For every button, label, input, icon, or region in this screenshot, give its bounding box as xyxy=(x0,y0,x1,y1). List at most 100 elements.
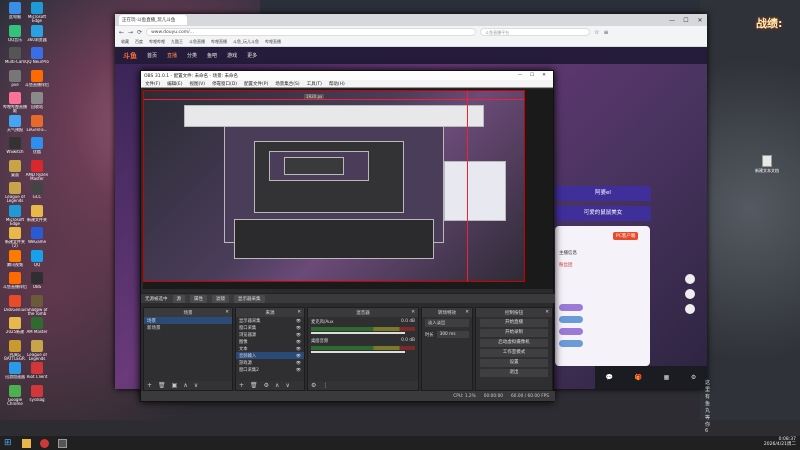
bookmark-item[interactable]: 斗鱼直播 xyxy=(189,39,205,45)
chevron-down-icon[interactable]: ∨ xyxy=(194,382,198,389)
chevron-up-icon[interactable]: ∧ xyxy=(275,382,279,389)
star-icon[interactable]: ☆ xyxy=(594,29,599,36)
volume-slider[interactable] xyxy=(311,351,405,353)
desktop-icon[interactable]: League of Legends xyxy=(24,339,50,362)
chevron-up-icon[interactable]: ∧ xyxy=(183,382,187,389)
control-button[interactable]: 开始直播 xyxy=(480,319,548,327)
refresh-icon[interactable]: ⟳ xyxy=(137,29,142,36)
scene-item[interactable]: 新场景 xyxy=(144,324,232,331)
tool-icon[interactable] xyxy=(685,289,695,299)
windows-start-icon[interactable]: ⊞ xyxy=(4,438,13,448)
url-input[interactable]: www.douyu.com/... xyxy=(146,28,477,36)
visibility-icon[interactable]: 👁 xyxy=(296,332,301,337)
obs-menu-item[interactable]: 场景集合(S) xyxy=(275,81,299,87)
desktop-icon[interactable]: sysdiag xyxy=(24,384,50,407)
visibility-icon[interactable]: 👁 xyxy=(296,339,301,344)
duration-input[interactable]: 300 ms xyxy=(436,331,469,338)
tool-button-display-capture[interactable]: 显示器采集 xyxy=(234,294,265,303)
source-item[interactable]: 文本 👁 xyxy=(236,345,304,352)
close-icon[interactable]: ✕ xyxy=(545,310,549,315)
close-icon[interactable]: ✕ xyxy=(411,310,415,315)
bookmark-item[interactable]: 斗鱼_玩儿斗鱼 xyxy=(233,39,259,45)
site-nav-item[interactable]: 直播 xyxy=(167,52,177,59)
bookmark-item[interactable]: 九酷王 xyxy=(171,39,183,45)
close-icon[interactable]: ✕ xyxy=(297,310,301,315)
transition-type-select[interactable]: 淡入淡出 xyxy=(425,319,469,327)
back-icon[interactable]: ← xyxy=(119,29,124,36)
desktop-icon[interactable]: AMD Ryzen Master xyxy=(24,159,50,182)
visibility-icon[interactable]: 👁 xyxy=(296,318,301,323)
site-nav-item[interactable]: 更多 xyxy=(247,52,257,59)
pc-client-badge[interactable]: PC客户端 xyxy=(613,232,639,240)
obs-menu-item[interactable]: 编辑(E) xyxy=(167,81,182,87)
panel-pill[interactable] xyxy=(559,340,583,347)
panel-fans[interactable]: 粉丝团 xyxy=(559,262,573,268)
visibility-icon[interactable]: 👁 xyxy=(296,346,301,351)
filter-icon[interactable]: ▣ xyxy=(172,382,178,389)
desktop-icon[interactable]: Shadow of the Tomb xyxy=(24,294,50,317)
close-icon[interactable]: ✕ xyxy=(225,310,229,315)
scene-item[interactable]: 场景 xyxy=(144,317,232,324)
bookmark-item[interactable]: 哔哩直播 xyxy=(265,39,281,45)
desktop-icon[interactable]: OBS xyxy=(24,272,50,294)
desktop-icon-textfile[interactable]: 新建文本文档 xyxy=(755,155,779,174)
maximize-icon[interactable]: ☐ xyxy=(679,17,693,24)
right-button-2[interactable]: 可爱的鼠鼠美女 xyxy=(555,206,651,221)
control-button[interactable]: 设置 xyxy=(480,359,548,367)
gift-icon[interactable]: 🎁 xyxy=(635,374,642,381)
site-nav-item[interactable]: 首页 xyxy=(147,52,157,59)
panel-pill[interactable] xyxy=(559,316,583,323)
obs-preview[interactable]: 1920 px xyxy=(143,89,553,289)
remove-icon[interactable]: 🗑 xyxy=(158,382,166,389)
visibility-icon[interactable]: 👁 xyxy=(296,360,301,365)
source-item[interactable]: 浏览器源 👁 xyxy=(236,331,304,338)
site-logo[interactable]: 斗鱼 xyxy=(123,51,137,61)
right-button-1[interactable]: 阿婆el xyxy=(555,186,651,201)
source-item[interactable]: 图像 👁 xyxy=(236,338,304,345)
desktop-icon[interactable]: QQ NeurPro xyxy=(24,47,50,69)
desktop-icon[interactable]: LeGenFa... xyxy=(24,114,50,137)
source-item[interactable]: 显示器采集 👁 xyxy=(236,317,304,324)
desktop-icon[interactable]: 斗鱼直播伴侣 xyxy=(24,69,50,92)
grid-icon[interactable]: ▦ xyxy=(664,374,670,381)
desktop-icon[interactable]: 优酷 xyxy=(24,137,50,159)
control-button[interactable]: 工作室模式 xyxy=(480,349,548,357)
settings-icon[interactable]: ⚙ xyxy=(691,374,696,381)
obs-menu-item[interactable]: 工具(T) xyxy=(307,81,322,87)
obs-taskbar-icon[interactable] xyxy=(58,438,67,448)
desktop-icon[interactable]: 回收站 xyxy=(24,92,50,114)
browser-tab[interactable]: 正在玩-斗鱼直播_玩儿斗鱼 xyxy=(119,15,187,25)
remove-icon[interactable]: 🗑 xyxy=(250,382,258,389)
obs-menu-item[interactable]: 帮助(H) xyxy=(329,81,345,87)
desktop-icon[interactable]: QQ xyxy=(24,249,50,272)
source-item[interactable]: 音频输入 👁 xyxy=(236,352,304,359)
obs-menu-item[interactable]: 配置文件(P) xyxy=(244,81,268,87)
desktop-icon[interactable]: Microsoft Edge xyxy=(24,2,50,24)
app-icon[interactable] xyxy=(40,438,49,448)
tool-icon[interactable] xyxy=(685,304,695,314)
obs-menu-item[interactable]: 停靠窗口(D) xyxy=(212,81,237,87)
control-button[interactable]: 启动虚拟摄像机 xyxy=(480,339,548,347)
close-icon[interactable]: ✕ xyxy=(693,17,707,24)
chevron-down-icon[interactable]: ∨ xyxy=(285,382,289,389)
more-icon[interactable]: ⋮ xyxy=(322,382,328,389)
chat-icon[interactable]: 💬 xyxy=(606,374,613,381)
site-nav-item[interactable]: 分类 xyxy=(187,52,197,59)
menu-icon[interactable]: ≡ xyxy=(603,29,608,36)
close-icon[interactable]: ✕ xyxy=(465,310,469,315)
bookmark-item[interactable]: 哔哩直播 xyxy=(211,39,227,45)
desktop-icon[interactable]: 360浏览器 xyxy=(24,24,50,47)
source-item[interactable]: 窗口采集2 👁 xyxy=(236,366,304,373)
obs-canvas[interactable]: 1920 px xyxy=(143,90,525,282)
gear-icon[interactable]: ⚙ xyxy=(264,382,269,389)
control-button[interactable]: 开始录制 xyxy=(480,329,548,337)
forward-icon[interactable]: → xyxy=(128,29,133,36)
add-icon[interactable]: + xyxy=(239,382,244,389)
site-nav-item[interactable]: 鱼吧 xyxy=(207,52,217,59)
source-item[interactable]: 窗口采集 👁 xyxy=(236,324,304,331)
site-nav-item[interactable]: 游戏 xyxy=(227,52,237,59)
file-explorer-icon[interactable] xyxy=(22,438,31,448)
obs-menu-item[interactable]: 视图(V) xyxy=(189,81,205,87)
bookmark-item[interactable]: 收藏 xyxy=(121,39,129,45)
browser-search-input[interactable]: 斗鱼直播平台 xyxy=(480,28,591,36)
